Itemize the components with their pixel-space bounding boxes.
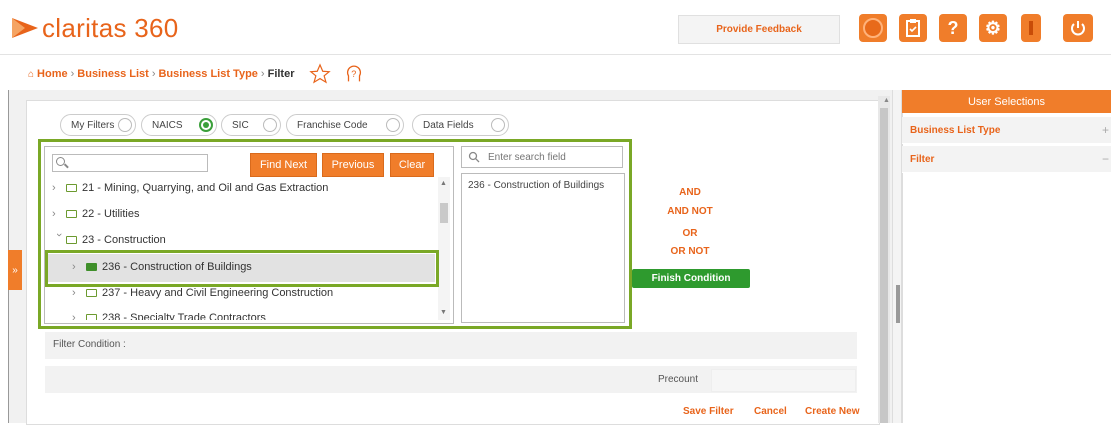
panel-divider[interactable] — [892, 90, 902, 423]
provide-feedback-button[interactable]: Provide Feedback — [678, 15, 840, 44]
tab-label: Data Fields — [423, 119, 474, 131]
user-selection-business-list-type[interactable]: Business List Type + — [902, 117, 1111, 144]
breadcrumb-separator: › — [151, 68, 156, 80]
tab-data-fields[interactable]: Data Fields — [412, 114, 509, 136]
user-selection-label: Business List Type — [910, 124, 1001, 136]
filter-condition-box — [45, 332, 857, 359]
user-selection-label: Filter — [910, 153, 935, 165]
left-panel-expand-button[interactable]: » — [8, 250, 22, 290]
breadcrumb-separator: › — [260, 68, 265, 80]
scroll-up-arrow-icon[interactable]: ▲ — [883, 97, 891, 105]
selected-item-highlight-frame — [45, 250, 439, 287]
breadcrumb-business-list[interactable]: Business List — [77, 68, 149, 80]
radio-my-filters[interactable] — [118, 118, 132, 132]
precount-value — [711, 369, 856, 392]
operator-and[interactable]: AND — [650, 187, 730, 198]
circle-icon[interactable] — [859, 14, 887, 42]
claritas-logo-icon — [12, 18, 38, 38]
main-scrollbar-thumb[interactable] — [880, 108, 888, 423]
tab-naics[interactable]: NAICS — [141, 114, 217, 136]
help-head-icon[interactable]: ? — [343, 63, 365, 85]
tab-label: SIC — [232, 119, 249, 131]
precount-label: Precount — [658, 374, 699, 385]
breadcrumb-business-list-type[interactable]: Business List Type — [158, 68, 257, 80]
favorite-star-icon[interactable] — [308, 63, 331, 85]
clipboard-icon[interactable] — [899, 14, 927, 42]
tab-label: Franchise Code — [297, 119, 368, 131]
radio-naics[interactable] — [199, 118, 213, 132]
radio-sic[interactable] — [263, 118, 277, 132]
tab-label: My Filters — [71, 119, 115, 131]
breadcrumb: ⌂ Home › Business List › Business List T… — [14, 57, 1111, 85]
save-filter-link[interactable]: Save Filter — [683, 406, 734, 417]
radio-franchise-code[interactable] — [386, 118, 400, 132]
breadcrumb-separator: › — [70, 68, 75, 80]
home-icon: ⌂ — [28, 68, 35, 80]
expand-plus-icon[interactable]: + — [1102, 123, 1109, 137]
filter-condition-label: Filter Condition : — [53, 339, 126, 350]
tab-label: NAICS — [152, 119, 183, 131]
tab-my-filters[interactable]: My Filters — [60, 114, 136, 136]
tab-franchise-code[interactable]: Franchise Code — [286, 114, 404, 136]
cancel-link[interactable]: Cancel — [754, 406, 787, 417]
info-icon[interactable] — [1021, 14, 1041, 42]
collapse-minus-icon[interactable]: − — [1102, 152, 1109, 166]
power-icon[interactable] — [1063, 14, 1093, 42]
field-list-item[interactable]: 236 - Construction of Buildings — [468, 180, 608, 192]
user-selection-filter[interactable]: Filter − — [902, 146, 1111, 173]
field-list — [461, 173, 625, 323]
breadcrumb-current: Filter — [267, 68, 295, 80]
app-logo-text[interactable]: claritas 360 — [42, 13, 179, 44]
user-selections-header: User Selections — [902, 90, 1111, 113]
radio-data-fields[interactable] — [491, 118, 505, 132]
operator-or[interactable]: OR — [650, 228, 730, 239]
field-search-input[interactable] — [488, 151, 612, 163]
search-icon — [468, 151, 480, 163]
field-search-box[interactable] — [461, 146, 623, 168]
create-new-link[interactable]: Create New — [805, 406, 859, 417]
breadcrumb-home[interactable]: Home — [37, 68, 68, 80]
svg-text:?: ? — [351, 69, 356, 79]
help-icon[interactable]: ? — [939, 14, 967, 42]
finish-condition-button[interactable]: Finish Condition — [632, 269, 750, 288]
gear-icon[interactable]: ⚙ — [979, 14, 1007, 42]
tab-sic[interactable]: SIC — [221, 114, 281, 136]
panel-divider-handle[interactable] — [896, 285, 900, 323]
operator-or-not[interactable]: OR NOT — [650, 246, 730, 257]
operator-and-not[interactable]: AND NOT — [650, 206, 730, 217]
